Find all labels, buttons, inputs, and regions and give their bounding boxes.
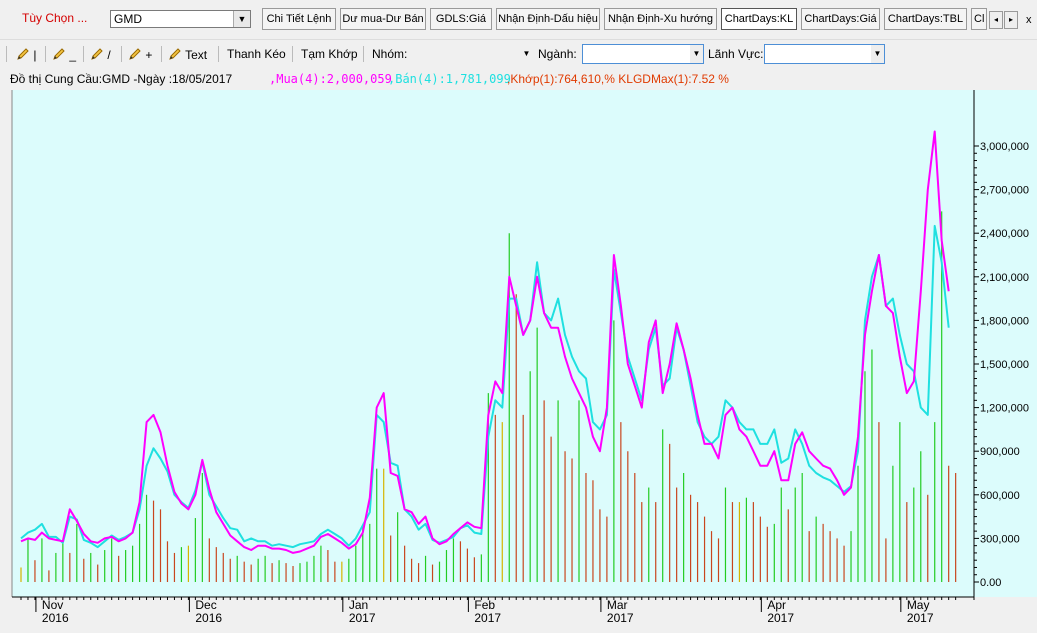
draw-horizontal-label: _ bbox=[69, 48, 77, 62]
symbol-combobox[interactable]: GMD ▼ bbox=[110, 10, 251, 28]
y-tick-label: 300,000 bbox=[980, 533, 1020, 545]
legend-matched: ,Khớp(1):764,610,% KLGDMax(1):7.52 % bbox=[507, 72, 729, 86]
close-icon[interactable]: x bbox=[1026, 10, 1037, 30]
pencil-icon bbox=[169, 48, 181, 60]
toolbar-separator bbox=[6, 46, 7, 62]
nhom-select[interactable]: ▼ bbox=[412, 44, 534, 64]
draw-cross-label: + bbox=[145, 48, 153, 62]
chevron-down-icon[interactable]: ▼ bbox=[871, 45, 884, 63]
legend-sell: ,Bán(4):1,781,099 bbox=[388, 72, 511, 86]
x-year-label: 2016 bbox=[195, 611, 222, 625]
nganh-label: Ngành: bbox=[538, 47, 577, 61]
drawing-toolbar: | _ / + Text Thanh Kéo Tạm Khớp Nhóm: ▼ … bbox=[0, 39, 1037, 68]
toolbar-separator bbox=[161, 46, 162, 62]
x-year-label: 2017 bbox=[474, 611, 501, 625]
x-month-label: Dec bbox=[195, 598, 216, 612]
tab-chartdays-kl[interactable]: ChartDays:KL bbox=[721, 8, 797, 30]
plot-area bbox=[12, 90, 1037, 597]
top-toolbar: Tùy Chọn ... GMD ▼ Chi Tiết Lệnh Dư mua-… bbox=[0, 0, 1037, 38]
nganh-select[interactable]: ▼ bbox=[582, 44, 704, 64]
pencil-icon bbox=[17, 48, 29, 60]
y-tick-label: 1,500,000 bbox=[980, 359, 1029, 371]
tab-chi-tiet-lenh[interactable]: Chi Tiết Lệnh bbox=[262, 8, 336, 30]
x-month-label: Feb bbox=[474, 598, 495, 612]
x-month-label: Mar bbox=[607, 598, 628, 612]
linh-vuc-label: Lãnh Vực: bbox=[708, 47, 764, 61]
draw-trend-button[interactable]: / bbox=[90, 47, 111, 62]
pencil-icon bbox=[129, 48, 141, 60]
chart-title: Đồ thị Cung Cầu:GMD -Ngày :18/05/2017 bbox=[10, 72, 233, 86]
options-menu[interactable]: Tùy Chọn ... bbox=[22, 11, 87, 25]
chevron-down-icon[interactable]: ▼ bbox=[233, 11, 250, 27]
tab-nhan-dinh-xu-huong[interactable]: Nhận Định-Xu hướng bbox=[604, 8, 717, 30]
thanh-keo-button[interactable]: Thanh Kéo bbox=[227, 47, 286, 61]
x-year-label: 2017 bbox=[767, 611, 794, 625]
draw-cross-button[interactable]: + bbox=[128, 47, 152, 62]
tam-khop-button[interactable]: Tạm Khớp bbox=[301, 47, 358, 61]
supply-demand-chart[interactable]: 0.00 300,000 600,000 900,000 1,200,000 1,500,… bbox=[0, 90, 1037, 633]
tab-chartdays-gia[interactable]: ChartDays:Giá bbox=[801, 8, 880, 30]
draw-horizontal-button[interactable]: _ bbox=[52, 47, 76, 62]
toolbar-separator bbox=[121, 46, 122, 62]
tab-du-mua-du-ban[interactable]: Dư mua-Dư Bán bbox=[340, 8, 426, 30]
y-tick-label: 3,000,000 bbox=[980, 141, 1029, 153]
toolbar-separator bbox=[363, 46, 364, 62]
y-tick-label: 2,100,000 bbox=[980, 272, 1029, 284]
toolbar-separator bbox=[292, 46, 293, 62]
x-year-label: 2017 bbox=[349, 611, 376, 625]
y-tick-label: 2,700,000 bbox=[980, 185, 1029, 197]
tab-chartdays-tbl[interactable]: ChartDays:TBL bbox=[884, 8, 967, 30]
y-tick-label: 1,800,000 bbox=[980, 315, 1029, 327]
x-year-label: 2016 bbox=[42, 611, 69, 625]
toolbar-separator bbox=[83, 46, 84, 62]
pencil-icon bbox=[53, 48, 65, 60]
toolbar-separator bbox=[218, 46, 219, 62]
tab-prev-icon[interactable]: ◂ bbox=[989, 11, 1003, 29]
chevron-down-icon[interactable]: ▼ bbox=[520, 45, 533, 63]
x-month-label: May bbox=[907, 598, 930, 612]
y-tick-label: 1,200,000 bbox=[980, 403, 1029, 415]
x-month-label: Apr bbox=[767, 598, 786, 612]
tab-gdls-gia[interactable]: GDLS:Giá bbox=[430, 8, 492, 30]
y-tick-label: 600,000 bbox=[980, 490, 1020, 502]
tab-nhan-dinh-dau-hieu[interactable]: Nhận Định-Dấu hiệu bbox=[496, 8, 600, 30]
tab-cl[interactable]: Cl bbox=[971, 8, 987, 30]
chevron-down-icon[interactable]: ▼ bbox=[690, 45, 703, 63]
y-tick-label: 900,000 bbox=[980, 446, 1020, 458]
draw-trend-label: / bbox=[107, 48, 111, 62]
legend-buy: ,Mua(4):2,000,059 bbox=[269, 72, 392, 86]
symbol-value: GMD bbox=[114, 12, 142, 26]
toolbar-separator bbox=[45, 46, 46, 62]
draw-vertical-button[interactable]: | bbox=[16, 47, 36, 62]
nhom-label: Nhóm: bbox=[372, 47, 408, 61]
x-year-label: 2017 bbox=[907, 611, 934, 625]
pencil-icon bbox=[91, 48, 103, 60]
draw-text-label: Text bbox=[185, 48, 208, 62]
draw-vertical-label: | bbox=[33, 48, 37, 62]
x-month-label: Nov bbox=[42, 598, 63, 612]
y-tick-label: 2,400,000 bbox=[980, 228, 1029, 240]
x-month-label: Jan bbox=[349, 598, 368, 612]
draw-text-button[interactable]: Text bbox=[168, 47, 207, 62]
linh-vuc-select[interactable]: ▼ bbox=[764, 44, 885, 64]
y-tick-label: 0.00 bbox=[980, 577, 1001, 589]
x-year-label: 2017 bbox=[607, 611, 634, 625]
tab-next-icon[interactable]: ▸ bbox=[1004, 11, 1018, 29]
